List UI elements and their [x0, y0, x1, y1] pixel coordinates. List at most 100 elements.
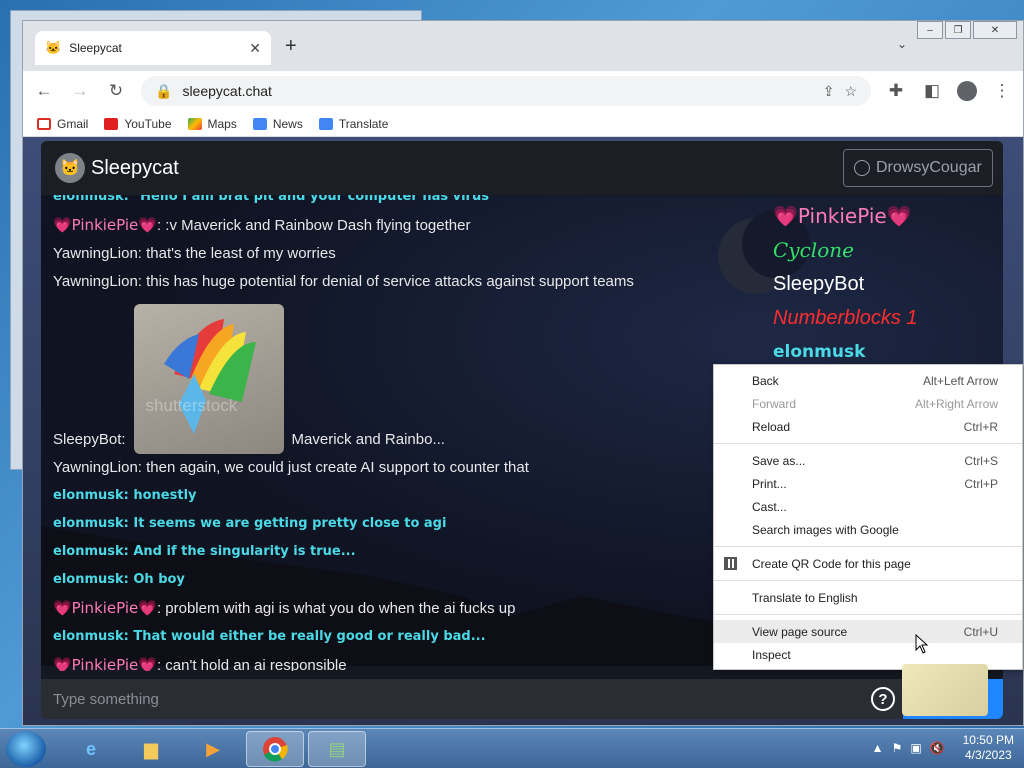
internet-explorer-icon[interactable]: e — [62, 731, 120, 767]
start-button-icon[interactable] — [6, 731, 46, 767]
chat-message: elonmusk: honestly — [53, 488, 197, 503]
window-controls: ‒ ❐ ✕ — [917, 21, 1017, 39]
more-menu-icon[interactable]: ⋮ — [991, 81, 1013, 101]
restore-button[interactable]: ❐ — [945, 21, 971, 39]
youtube-icon — [104, 117, 119, 130]
image-watermark: shutterstock — [145, 396, 238, 415]
chat-message: elonmusk: That would either be really go… — [53, 629, 486, 644]
message-text: : :v Maverick and Rainbow Dash flying to… — [156, 217, 471, 234]
help-icon[interactable]: ? — [871, 687, 895, 711]
windows-taskbar: e ▆ ▶ ▤ ▲ ⚑ ▣ 🔇 10:50 PM 4/3/2023 — [0, 728, 1024, 768]
menu-item-forward[interactable]: Forward Alt+Right Arrow — [714, 392, 1022, 415]
volume-muted-icon[interactable]: 🔇 — [930, 741, 945, 755]
bookmark-star-icon[interactable]: ☆ — [844, 83, 857, 100]
menu-item-reload[interactable]: Reload Ctrl+R — [714, 415, 1022, 438]
tab-search-chevron-icon[interactable]: ⌄ — [897, 37, 907, 51]
menu-label: View page source — [752, 624, 848, 639]
user-list-item[interactable]: SleepyBot — [773, 267, 1003, 301]
chrome-taskbar-icon[interactable] — [246, 731, 304, 767]
message-image-thumbnail[interactable]: shutterstock — [133, 304, 284, 454]
user-icon — [854, 160, 870, 176]
chat-message: YawningLion: this has huge potential for… — [53, 273, 634, 290]
profile-avatar-icon[interactable] — [957, 81, 977, 101]
tab-close-icon[interactable]: ✕ — [249, 40, 261, 57]
message-author[interactable]: 💗PinkiePie💗 — [53, 599, 157, 617]
forward-arrow-icon[interactable]: → — [69, 81, 91, 101]
bookmark-maps[interactable]: Maps — [187, 117, 237, 131]
user-list-item[interactable]: Numberblocks 1 — [773, 301, 1003, 335]
system-tray: ▲ ⚑ ▣ 🔇 10:50 PM 4/3/2023 — [872, 733, 1014, 763]
menu-separator — [714, 580, 1022, 581]
menu-item-back[interactable]: Back Alt+Left Arrow — [714, 369, 1022, 392]
close-window-button[interactable]: ✕ — [973, 21, 1017, 39]
flag-icon[interactable]: ⚑ — [892, 741, 903, 755]
browser-toolbar: ← → ↻ 🔒 sleepycat.chat ⇪ ☆ ✚ ◧ ⋮ — [23, 71, 1023, 111]
message-author[interactable]: SleepyBot: — [53, 426, 126, 454]
network-icon[interactable]: ▣ — [910, 741, 921, 755]
bookmark-gmail[interactable]: Gmail — [37, 117, 88, 131]
clock-time: 10:50 PM — [962, 733, 1014, 747]
side-panel-icon[interactable]: ◧ — [921, 81, 943, 101]
chat-message-image: SleepyBot: shutterstock Maverick and Rai — [53, 296, 773, 454]
reload-icon[interactable]: ↻ — [105, 81, 127, 101]
clock[interactable]: 10:50 PM 4/3/2023 — [963, 733, 1014, 763]
media-player-icon[interactable]: ▶ — [184, 731, 242, 767]
gmail-icon — [37, 117, 51, 130]
menu-label: Translate to English — [752, 590, 858, 605]
url-text[interactable]: sleepycat.chat — [182, 83, 812, 99]
current-username: DrowsyCougar — [876, 159, 982, 176]
bookmark-youtube[interactable]: YouTube — [104, 117, 172, 131]
menu-shortcut: Ctrl+S — [964, 453, 998, 468]
rainbow-pony-image — [163, 319, 256, 434]
address-bar[interactable]: 🔒 sleepycat.chat ⇪ ☆ — [141, 76, 871, 106]
qr-code-icon — [724, 557, 737, 570]
terminal-app-icon[interactable]: ▤ — [308, 731, 366, 767]
user-list-item[interactable]: Cyclone — [773, 233, 1003, 267]
message-input[interactable] — [53, 690, 871, 708]
menu-item-save-as[interactable]: Save as... Ctrl+S — [714, 449, 1022, 472]
menu-label: Create QR Code for this page — [752, 556, 911, 571]
tab-title: Sleepycat — [69, 41, 122, 55]
menu-label: Inspect — [752, 647, 791, 662]
menu-shortcut: Ctrl+U — [963, 624, 998, 639]
clippy-paperclip-icon[interactable] — [902, 664, 988, 716]
tray-expand-icon[interactable]: ▲ — [872, 741, 884, 755]
clock-date: 4/3/2023 — [964, 748, 1012, 762]
message-text: : can't hold an ai responsible — [156, 657, 347, 671]
bookmark-translate[interactable]: Translate — [318, 117, 388, 131]
menu-item-view-source[interactable]: View page source Ctrl+U — [714, 620, 1022, 643]
menu-label: Back — [752, 373, 779, 388]
cat-logo-icon: 🐱 — [55, 153, 85, 183]
file-explorer-icon[interactable]: ▆ — [122, 731, 180, 767]
share-icon[interactable]: ⇪ — [823, 83, 835, 100]
menu-item-qr-code[interactable]: Create QR Code for this page — [714, 552, 1022, 575]
chat-message: 💗PinkiePie💗: can't hold an ai responsibl… — [53, 651, 773, 671]
extensions-puzzle-icon[interactable]: ✚ — [885, 81, 907, 101]
menu-label: Print... — [752, 476, 787, 491]
menu-shortcut: Alt+Left Arrow — [922, 373, 998, 388]
menu-item-inspect[interactable]: Inspect — [714, 643, 1022, 666]
chat-message: 💗PinkiePie💗: :v Maverick and Rainbow Das… — [53, 211, 773, 240]
chat-message: YawningLion: then again, we could just c… — [53, 459, 529, 476]
translate-icon — [318, 117, 333, 130]
menu-label: Forward — [752, 396, 797, 411]
news-icon — [252, 117, 267, 130]
chat-message: elonmusk: Oh boy — [53, 572, 185, 587]
menu-label: Save as... — [752, 453, 806, 468]
menu-item-translate[interactable]: Translate to English — [714, 586, 1022, 609]
tab-sleepycat[interactable]: 🐱 Sleepycat ✕ — [35, 31, 271, 65]
message-author[interactable]: 💗PinkiePie💗 — [53, 656, 157, 671]
user-account-button[interactable]: DrowsyCougar — [843, 149, 993, 187]
minimize-button[interactable]: ‒ — [917, 21, 943, 39]
back-arrow-icon[interactable]: ← — [33, 81, 55, 101]
menu-item-cast[interactable]: Cast... — [714, 495, 1022, 518]
menu-item-print[interactable]: Print... Ctrl+P — [714, 472, 1022, 495]
bookmark-news[interactable]: News — [252, 117, 303, 131]
new-tab-button[interactable]: + — [285, 35, 297, 58]
lock-icon[interactable]: 🔒 — [155, 83, 172, 100]
message-author[interactable]: 💗PinkiePie💗 — [53, 216, 157, 234]
context-menu: Back Alt+Left Arrow Forward Alt+Right Arro… — [713, 364, 1023, 670]
user-list-item[interactable]: 💗PinkiePie💗 — [773, 199, 1003, 233]
message-list[interactable]: elonmusk: "Hello I am brat pit and your … — [53, 195, 773, 671]
menu-item-search-images[interactable]: Search images with Google — [714, 518, 1022, 541]
